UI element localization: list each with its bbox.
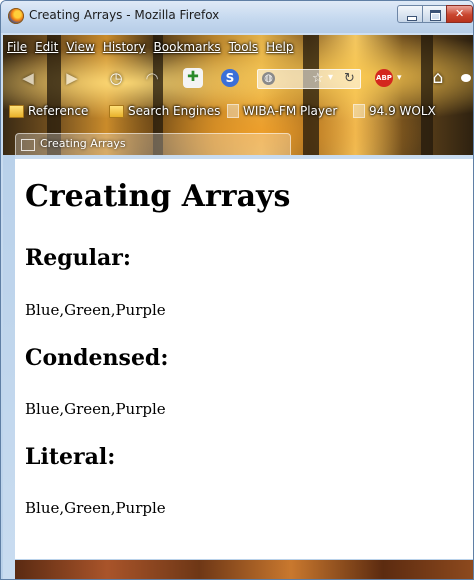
page-icon	[353, 104, 365, 118]
rss-icon[interactable]: ◠	[143, 69, 161, 87]
section-text-condensed: Blue,Green,Purple	[25, 400, 166, 418]
maximize-button[interactable]	[422, 5, 447, 23]
menu-bar: File Edit View History Bookmarks Tools H…	[7, 40, 294, 56]
page-content: Creating Arrays Regular: Blue,Green,Purp…	[15, 159, 473, 559]
history-icon[interactable]: ◷	[107, 69, 125, 87]
firefox-logo-icon	[8, 8, 24, 24]
section-text-literal: Blue,Green,Purple	[25, 499, 166, 517]
reload-icon[interactable]: ↻	[344, 71, 355, 86]
minimize-button[interactable]	[397, 5, 423, 23]
chevron-down-icon[interactable]: ▾	[397, 73, 402, 83]
folder-icon	[109, 104, 124, 118]
menu-help[interactable]: Help	[266, 40, 293, 56]
bookmarks-toolbar: Reference Search Engines WIBA-FM Player …	[3, 101, 473, 121]
bookmark-wiba-fm-player[interactable]: WIBA-FM Player	[227, 104, 337, 118]
bookmark-search-engines[interactable]: Search Engines	[109, 104, 220, 118]
window-title: Creating Arrays - Mozilla Firefox	[29, 8, 220, 22]
tab-creating-arrays[interactable]: Creating Arrays	[15, 133, 291, 155]
title-bar[interactable]: Creating Arrays - Mozilla Firefox	[1, 1, 473, 33]
browser-window: Creating Arrays - Mozilla Firefox File E…	[0, 0, 474, 580]
menu-tools[interactable]: Tools	[229, 40, 259, 56]
forward-arrow-icon[interactable]: ▶	[63, 69, 81, 87]
chevron-down-icon[interactable]: ▾	[328, 72, 333, 83]
page-icon	[21, 139, 35, 151]
s-icon[interactable]: S	[221, 69, 239, 87]
menu-edit[interactable]: Edit	[35, 40, 58, 56]
bookmark-reference[interactable]: Reference	[9, 104, 88, 118]
section-heading-literal: Literal:	[25, 444, 116, 470]
section-heading-condensed: Condensed:	[25, 345, 169, 371]
addon-icon[interactable]: ✚	[183, 68, 203, 88]
url-bar[interactable]: ◍ ☆ ▾ ↻	[257, 69, 361, 89]
home-icon[interactable]: ⌂	[429, 69, 447, 87]
addon-bar	[15, 560, 473, 579]
tab-strip: Creating Arrays	[3, 133, 473, 155]
close-button[interactable]	[446, 5, 473, 23]
globe-icon: ◍	[262, 72, 275, 85]
folder-icon	[9, 104, 24, 118]
adblock-icon[interactable]: ABP	[375, 69, 393, 87]
back-arrow-icon[interactable]: ◀	[19, 69, 37, 87]
menu-view[interactable]: View	[66, 40, 94, 56]
section-heading-regular: Regular:	[25, 245, 131, 271]
menu-history[interactable]: History	[103, 40, 146, 56]
navigation-toolbar: ◀ ▶ ◷ ◠ ✚ S ◍ ☆ ▾ ↻ ABP ▾ ⌂	[3, 63, 473, 93]
star-icon[interactable]: ☆	[312, 71, 324, 86]
page-title: Creating Arrays	[25, 179, 291, 214]
bookmark-949-wolx[interactable]: 94.9 WOLX	[353, 104, 436, 118]
window-frame-left	[3, 155, 15, 579]
eye-icon[interactable]	[461, 74, 471, 82]
page-icon	[227, 104, 239, 118]
toolbar-area: File Edit View History Bookmarks Tools H…	[3, 35, 473, 155]
menu-file[interactable]: File	[7, 40, 27, 56]
section-text-regular: Blue,Green,Purple	[25, 301, 166, 319]
menu-bookmarks[interactable]: Bookmarks	[154, 40, 221, 56]
